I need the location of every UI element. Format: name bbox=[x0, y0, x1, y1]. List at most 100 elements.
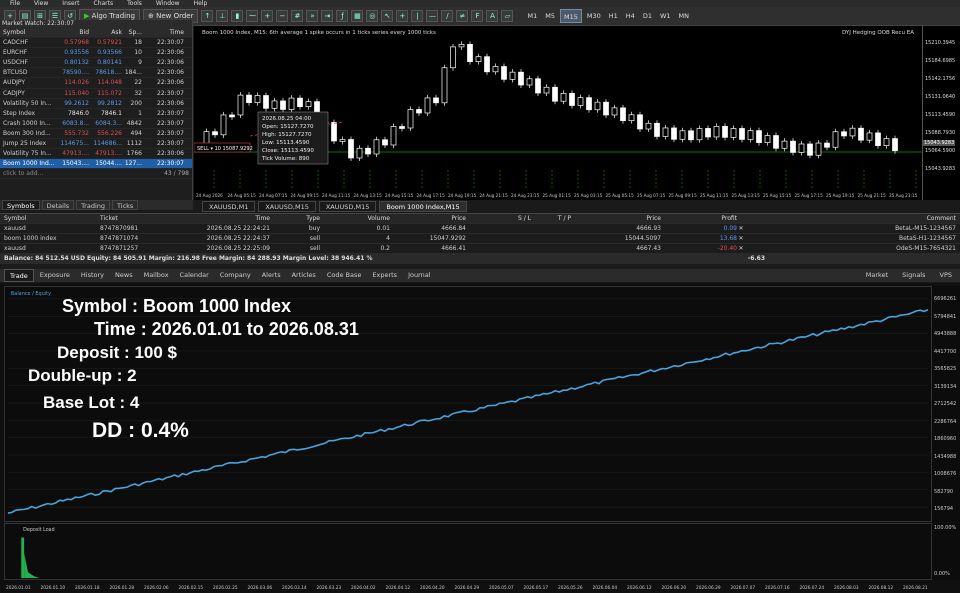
mw-tab-symbols[interactable]: Symbols bbox=[2, 200, 40, 210]
market-watch-row[interactable]: BTCUSD 78590.... 78618.... 184... 22:30:06 bbox=[0, 68, 192, 79]
col-time[interactable]: Time bbox=[142, 28, 187, 37]
toolbox-tab-news[interactable]: News bbox=[110, 269, 138, 282]
trade-row[interactable]: boom 1000 index 8747871074 2026.08.25 22:2… bbox=[0, 234, 960, 244]
mw-tab-ticks[interactable]: Ticks bbox=[112, 200, 139, 210]
chart-shift-icon[interactable]: ⇥ bbox=[321, 10, 334, 22]
fibonacci-icon[interactable]: F bbox=[471, 10, 484, 22]
toolbox-market[interactable]: Market bbox=[866, 271, 888, 279]
market-watch-row[interactable]: Boom 1000 Ind... 15043.... 15044.... 127...… bbox=[0, 159, 192, 170]
col-symbol[interactable]: Symbol bbox=[0, 28, 56, 37]
trade-col[interactable]: Volume bbox=[320, 214, 390, 223]
channel-icon[interactable]: ≠ bbox=[456, 10, 469, 22]
timeframe-h1[interactable]: H1 bbox=[606, 9, 621, 23]
timeframe-h4[interactable]: H4 bbox=[623, 9, 638, 23]
market-watch-row[interactable]: USDCHF 0.80132 0.80141 9 22:30:06 bbox=[0, 58, 192, 69]
crosshair-icon[interactable]: + bbox=[396, 10, 409, 22]
trade-col[interactable]: Type bbox=[270, 214, 320, 223]
toolbox-tab-mailbox[interactable]: Mailbox bbox=[139, 269, 174, 282]
trade-col[interactable] bbox=[737, 214, 745, 223]
close-icon[interactable]: ✕ bbox=[737, 234, 745, 243]
trade-col[interactable]: Symbol bbox=[0, 214, 100, 223]
menu-insert[interactable]: Insert bbox=[62, 0, 79, 7]
trendline-icon[interactable]: / bbox=[441, 10, 454, 22]
trade-row[interactable]: xauusd 8747870981 2026.08.25 22:24:21 buy 0.… bbox=[0, 224, 960, 234]
price-chart[interactable]: Boom 1000 Index, M15: 6th average 1 spik… bbox=[194, 26, 922, 200]
screenshot-icon[interactable]: ◎ bbox=[366, 10, 379, 22]
toolbox-signals[interactable]: Signals bbox=[902, 271, 925, 279]
vertical-line-icon[interactable]: | bbox=[411, 10, 424, 22]
row-ask: 99.2812 bbox=[97, 99, 122, 107]
market-watch-row[interactable]: CADJPY 115.040 115.072 32 22:30:07 bbox=[0, 89, 192, 99]
market-watch-row[interactable]: Crash 1000 In... 6083.8... 6084.3... 4842 22… bbox=[0, 119, 192, 129]
toolbox-tab-trade[interactable]: Trade bbox=[4, 269, 34, 282]
mw-tab-trading[interactable]: Trading bbox=[76, 200, 111, 210]
toolbox-tab-code-base[interactable]: Code Base bbox=[322, 269, 367, 282]
close-icon[interactable]: ✕ bbox=[737, 244, 745, 253]
toolbox-tab-company[interactable]: Company bbox=[215, 269, 256, 282]
chart-tab[interactable]: XAUUSD,M15 bbox=[258, 201, 316, 212]
col-ask[interactable]: Ask bbox=[89, 28, 122, 37]
autoscroll-icon[interactable]: » bbox=[306, 10, 319, 22]
sell-order-label[interactable]: SELL ▾ 10 15087.9292 bbox=[194, 142, 253, 153]
market-watch-row[interactable]: AUDJPY 114.026 114.048 22 22:30:06 bbox=[0, 78, 192, 89]
timeframe-d1[interactable]: D1 bbox=[640, 9, 655, 23]
trade-col[interactable]: Profit bbox=[661, 214, 737, 223]
trade-col[interactable]: Price bbox=[571, 214, 661, 223]
mw-tab-details[interactable]: Details bbox=[41, 200, 75, 210]
toolbox-tab-alerts[interactable]: Alerts bbox=[257, 269, 286, 282]
toolbox-tab-experts[interactable]: Experts bbox=[367, 269, 402, 282]
trade-col[interactable]: S / L bbox=[466, 214, 531, 223]
toolbox-tab-journal[interactable]: Journal bbox=[403, 269, 435, 282]
timeframe-mn[interactable]: MN bbox=[676, 9, 692, 23]
shapes-icon[interactable]: ▱ bbox=[501, 10, 514, 22]
toolbox-vps[interactable]: VPS bbox=[940, 271, 953, 279]
trade-col[interactable]: Ticket bbox=[100, 214, 170, 223]
market-watch-row[interactable]: Boom 300 Ind... 555.732 556.226 494 22:30:07 bbox=[0, 129, 192, 140]
trade-col[interactable]: T / P bbox=[531, 214, 571, 223]
chart-tab[interactable]: XAUUSD,M15 bbox=[318, 201, 377, 212]
text-icon[interactable]: A bbox=[486, 10, 499, 22]
market-watch-row[interactable]: Jump 25 Index 114675... 114686... 1112 22:30… bbox=[0, 139, 192, 150]
market-watch-row[interactable]: Volatility 50 In... 99.2612 99.2812 200 22:3… bbox=[0, 99, 192, 109]
line-chart-icon[interactable]: ⁓ bbox=[246, 10, 259, 22]
grid-icon[interactable]: # bbox=[291, 10, 304, 22]
col-bid[interactable]: Bid bbox=[56, 28, 89, 37]
cursor-icon[interactable]: ↖ bbox=[381, 10, 394, 22]
trade-col[interactable]: Comment bbox=[745, 214, 960, 223]
menu-window[interactable]: Window bbox=[156, 0, 180, 7]
bar-chart-icon[interactable]: ⊥ bbox=[216, 10, 229, 22]
toolbox-tab-articles[interactable]: Articles bbox=[287, 269, 321, 282]
trade-col[interactable]: Price bbox=[390, 214, 466, 223]
indicators-icon[interactable]: ƒ bbox=[336, 10, 349, 22]
col-spread[interactable]: Sp... bbox=[122, 28, 142, 37]
candle-chart-icon[interactable]: ▮ bbox=[231, 10, 244, 22]
menu-help[interactable]: Help bbox=[194, 0, 208, 7]
market-watch-row[interactable]: EURCHF 0.93556 0.93566 10 22:30:06 bbox=[0, 48, 192, 59]
market-watch-row[interactable]: CADCHF 0.57968 0.57921 18 22:30:07 bbox=[0, 38, 192, 49]
zoom-out-icon[interactable]: − bbox=[276, 10, 289, 22]
trade-col[interactable]: Time bbox=[170, 214, 270, 223]
toolbox-tab-calendar[interactable]: Calendar bbox=[175, 269, 214, 282]
menu-charts[interactable]: Charts bbox=[94, 0, 114, 7]
chart-tab[interactable]: Boom 1000 Index,M15 bbox=[379, 201, 467, 212]
timeframe-w1[interactable]: W1 bbox=[657, 9, 674, 23]
menu-file[interactable]: File bbox=[10, 0, 20, 7]
market-watch-row[interactable]: Volatility 75 In... 47913.... 47913.... 176… bbox=[0, 149, 192, 160]
market-watch-row[interactable]: Step Index 7846.0 7846.1 1 22:30:07 bbox=[0, 109, 192, 119]
toolbox-tab-exposure[interactable]: Exposure bbox=[35, 269, 75, 282]
one-click-icon[interactable]: ↑ bbox=[201, 10, 214, 22]
close-icon[interactable]: ✕ bbox=[737, 224, 745, 233]
timeframe-m15[interactable]: M15 bbox=[559, 9, 582, 23]
horizontal-line-icon[interactable]: — bbox=[426, 10, 439, 22]
menu-tools[interactable]: Tools bbox=[127, 0, 142, 7]
trade-row[interactable]: xauusd 8747871257 2026.08.25 22:25:09 sell 0… bbox=[0, 244, 960, 254]
chart-tab[interactable]: XAUUSD,M1 bbox=[202, 201, 256, 212]
menu-view[interactable]: View bbox=[34, 0, 48, 7]
zoom-in-icon[interactable]: + bbox=[261, 10, 274, 22]
click-to-add[interactable]: click to add... bbox=[0, 169, 100, 178]
timeframe-m30[interactable]: M30 bbox=[584, 9, 604, 23]
timeframe-m5[interactable]: M5 bbox=[542, 9, 558, 23]
timeframe-m1[interactable]: M1 bbox=[524, 9, 540, 23]
templates-icon[interactable]: ▦ bbox=[351, 10, 364, 22]
toolbox-tab-history[interactable]: History bbox=[76, 269, 109, 282]
